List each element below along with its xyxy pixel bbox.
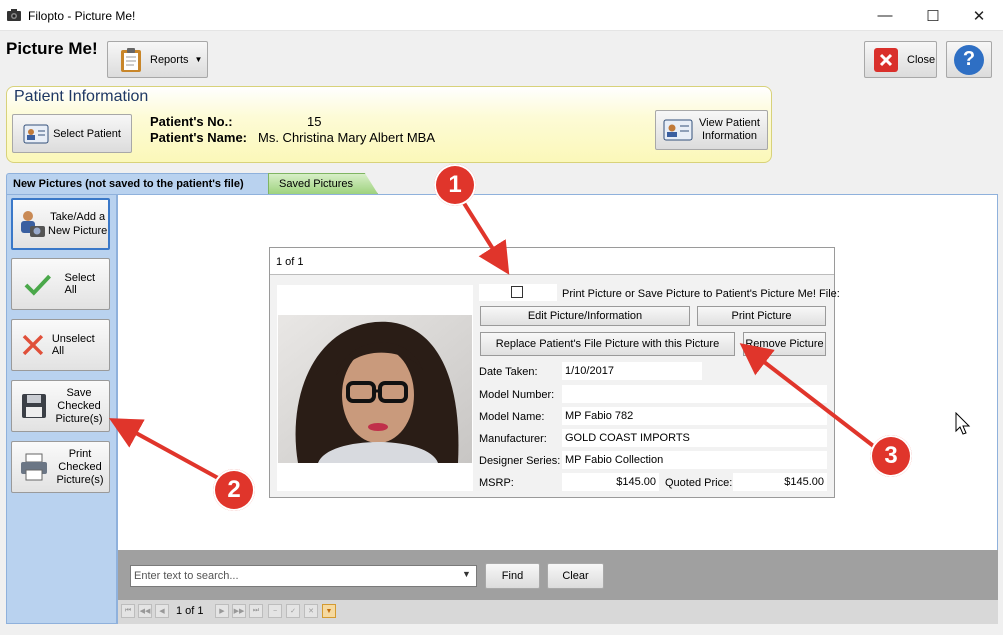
msrp-field[interactable]: $145.00 — [562, 473, 659, 491]
patient-panel-title: Patient Information — [14, 88, 149, 105]
clipboard-icon — [121, 47, 141, 72]
select-patient-label: Select Patient — [53, 127, 121, 140]
filter-icon[interactable]: ▼ — [322, 604, 336, 618]
checkmark-icon — [24, 274, 51, 296]
unselect-all-label: Unselect All — [51, 333, 95, 357]
chevron-down-icon[interactable]: ▼ — [462, 569, 471, 579]
date-taken-label: Date Taken: — [479, 366, 538, 378]
view-patient-label-line1: View Patient — [699, 117, 760, 129]
person-camera-icon — [21, 211, 45, 237]
next-page-group-icon[interactable]: ▶▶ — [232, 604, 246, 618]
help-button[interactable]: ? — [946, 41, 992, 78]
previous-page-icon[interactable]: ◀ — [155, 604, 169, 618]
camera-app-icon — [7, 9, 21, 21]
save-label-line2: Checked — [57, 399, 101, 412]
clear-button[interactable]: Clear — [547, 563, 604, 589]
model-name-label: Model Name: — [479, 411, 545, 423]
quoted-price-field[interactable]: $145.00 — [733, 473, 827, 491]
print-label-line1: Print — [68, 447, 92, 460]
x-mark-icon — [22, 334, 44, 356]
patient-number-value: 15 — [307, 114, 322, 129]
tab-new-pictures[interactable]: New Pictures (not saved to the patient's… — [6, 173, 272, 194]
confirm-edit-icon[interactable]: ✓ — [286, 604, 300, 618]
delete-record-icon[interactable]: − — [268, 604, 282, 618]
next-page-icon[interactable]: ▶ — [215, 604, 229, 618]
window-title: Filopto - Picture Me! — [28, 9, 136, 23]
print-label-line2: Checked — [58, 460, 102, 473]
select-all-button[interactable]: Select All — [11, 258, 110, 310]
id-card-icon — [663, 119, 693, 141]
chevron-down-icon: ▼ — [194, 55, 203, 64]
manufacturer-field[interactable]: GOLD COAST IMPORTS — [562, 429, 827, 447]
page-indicator: 1 of 1 — [176, 605, 204, 617]
view-patient-information-button[interactable]: View Patient Information — [655, 110, 768, 150]
model-number-label: Model Number: — [479, 389, 555, 401]
model-name-field[interactable]: MP Fabio 782 — [562, 407, 827, 425]
last-page-icon[interactable]: ⏭ — [249, 604, 263, 618]
patient-photo[interactable] — [278, 315, 472, 463]
callout-badge-1: 1 — [434, 164, 476, 206]
patient-name-value: Ms. Christina Mary Albert MBA — [258, 130, 435, 145]
find-button[interactable]: Find — [485, 563, 540, 589]
reports-button[interactable]: Reports ▼ — [107, 41, 208, 78]
take-add-label-line2: New Picture — [48, 225, 108, 237]
designer-series-field[interactable]: MP Fabio Collection — [562, 451, 827, 469]
select-patient-button[interactable]: Select Patient — [12, 114, 132, 153]
floppy-disk-icon — [22, 394, 46, 418]
take-add-label-line1: Take/Add a — [50, 211, 106, 223]
select-all-label: Select All — [64, 272, 96, 296]
remove-picture-button[interactable]: Remove Picture — [743, 332, 826, 356]
quoted-price-label: Quoted Price: — [665, 477, 733, 489]
msrp-label: MSRP: — [479, 477, 514, 489]
manufacturer-label: Manufacturer: — [479, 433, 547, 445]
date-taken-field[interactable]: 1/10/2017 — [562, 362, 702, 380]
print-save-checkbox[interactable] — [511, 286, 523, 298]
save-label-line1: Save — [66, 386, 92, 399]
window-close-button[interactable]: ✕ — [956, 0, 1002, 31]
printer-icon — [21, 453, 47, 481]
search-input[interactable]: Enter text to search... — [130, 565, 477, 587]
tab-saved-pictures[interactable]: Saved Pictures — [268, 173, 378, 194]
page-title: Picture Me! — [6, 39, 98, 58]
help-icon: ? — [954, 44, 984, 75]
print-label-line3: Picture(s) — [56, 473, 104, 486]
maximize-button[interactable]: ☐ — [910, 0, 956, 31]
first-page-icon[interactable]: ⏮ — [121, 604, 135, 618]
save-label-line3: Picture(s) — [55, 412, 103, 425]
reports-label: Reports — [150, 53, 189, 66]
print-save-label: Print Picture or Save Picture to Patient… — [562, 288, 840, 300]
patient-number-label: Patient's No.: — [150, 114, 233, 129]
picture-counter: 1 of 1 — [270, 248, 834, 275]
callout-badge-2: 2 — [213, 469, 255, 511]
minimize-button[interactable]: — — [862, 0, 908, 31]
id-card-icon — [23, 124, 49, 143]
previous-page-group-icon[interactable]: ◀◀ — [138, 604, 152, 618]
unselect-all-button[interactable]: Unselect All — [11, 319, 110, 371]
title-bar — [0, 0, 1003, 31]
cancel-edit-icon[interactable]: ✕ — [304, 604, 318, 618]
print-checked-pictures-button[interactable]: Print Checked Picture(s) — [11, 441, 110, 493]
edit-picture-button[interactable]: Edit Picture/Information — [480, 306, 690, 326]
mouse-cursor-icon — [955, 412, 971, 435]
close-label: Close — [907, 53, 936, 66]
close-button[interactable]: Close — [864, 41, 937, 78]
designer-series-label: Designer Series: — [479, 455, 561, 467]
close-icon — [874, 47, 898, 72]
replace-picture-button[interactable]: Replace Patient's File Picture with this… — [480, 332, 735, 356]
callout-badge-3: 3 — [870, 435, 912, 477]
model-number-field[interactable] — [562, 385, 827, 403]
print-picture-button[interactable]: Print Picture — [697, 306, 826, 326]
patient-name-label: Patient's Name: — [150, 130, 248, 145]
take-add-picture-button[interactable]: Take/Add a New Picture — [11, 198, 110, 250]
save-checked-pictures-button[interactable]: Save Checked Picture(s) — [11, 380, 110, 432]
view-patient-label-line2: Information — [701, 130, 757, 142]
